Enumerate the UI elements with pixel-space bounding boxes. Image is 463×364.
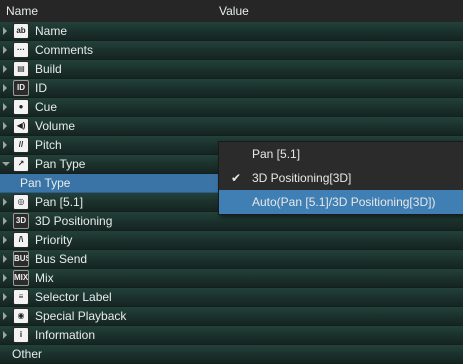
volume-icon: ◀)	[13, 118, 29, 134]
expand-arrow-icon[interactable]	[3, 217, 7, 225]
collapse-arrow-icon[interactable]	[2, 162, 10, 166]
dropdown-option[interactable]: Auto(Pan [5.1]/3D Positioning[3D])	[219, 190, 463, 214]
property-row-other[interactable]: Other	[0, 345, 463, 364]
build-icon: ▤	[13, 61, 29, 77]
property-label: Pan Type	[35, 157, 86, 171]
expand-arrow-icon[interactable]	[3, 27, 7, 35]
value-column-header[interactable]: Value	[219, 4, 249, 18]
property-label: Pitch	[35, 138, 62, 152]
property-label: ID	[35, 81, 47, 95]
property-row-cue[interactable]: ● Cue	[0, 98, 463, 117]
property-row-name[interactable]: ab Name	[0, 22, 463, 41]
dropdown-option-label: Auto(Pan [5.1]/3D Positioning[3D])	[252, 195, 436, 209]
property-row-priority[interactable]: /\ Priority	[0, 231, 463, 250]
checkmark-icon: ✔	[231, 171, 242, 185]
3d-positioning-icon: 3D	[13, 213, 29, 229]
comments-icon: ···	[13, 42, 29, 58]
expand-arrow-icon[interactable]	[3, 312, 7, 320]
property-label: 3D Positioning	[35, 214, 113, 228]
name-icon: ab	[13, 23, 29, 39]
bus-send-icon: BUS	[13, 251, 29, 267]
property-label: Other	[12, 347, 43, 361]
property-label: Comments	[35, 43, 94, 57]
property-label: Name	[35, 24, 68, 38]
dropdown-option-label: 3D Positioning[3D]	[252, 171, 352, 185]
expand-arrow-icon[interactable]	[3, 103, 7, 111]
expand-arrow-icon[interactable]	[3, 84, 7, 92]
dropdown-option[interactable]: ✔ 3D Positioning[3D]	[219, 166, 463, 190]
name-column-header[interactable]: Name	[6, 4, 38, 18]
expand-arrow-icon[interactable]	[3, 274, 7, 282]
property-label: Bus Send	[35, 252, 88, 266]
expand-arrow-icon[interactable]	[3, 141, 7, 149]
pitch-icon: //	[13, 137, 29, 153]
property-label: Volume	[35, 119, 76, 133]
property-row-mix[interactable]: MIX Mix	[0, 269, 463, 288]
mix-icon: MIX	[13, 270, 29, 286]
property-row-information[interactable]: i Information	[0, 326, 463, 345]
pan-icon: ◎	[13, 194, 29, 210]
priority-icon: /\	[13, 232, 29, 248]
property-row-special-playback[interactable]: ◉ Special Playback	[0, 307, 463, 326]
information-icon: i	[13, 327, 29, 343]
property-label: Priority	[35, 233, 73, 247]
property-label: Selector Label	[35, 290, 112, 304]
expand-arrow-icon[interactable]	[3, 293, 7, 301]
id-icon: ID	[13, 80, 29, 96]
expand-arrow-icon[interactable]	[3, 65, 7, 73]
expand-arrow-icon[interactable]	[3, 122, 7, 130]
cue-icon: ●	[13, 99, 29, 115]
property-row-build[interactable]: ▤ Build	[0, 60, 463, 79]
property-label: Build	[35, 62, 62, 76]
expand-arrow-icon[interactable]	[3, 255, 7, 263]
pan-type-icon: ↗	[13, 156, 29, 172]
expand-arrow-icon[interactable]	[3, 198, 7, 206]
property-row-comments[interactable]: ··· Comments	[0, 41, 463, 60]
property-row-selector-label[interactable]: ≡ Selector Label	[0, 288, 463, 307]
property-label: Mix	[35, 271, 54, 285]
dropdown-option[interactable]: Pan [5.1]	[219, 142, 463, 166]
expand-arrow-icon[interactable]	[3, 236, 7, 244]
property-label: Pan [5.1]	[35, 195, 84, 209]
property-row-bus-send[interactable]: BUS Bus Send	[0, 250, 463, 269]
property-label: Cue	[35, 100, 58, 114]
property-label: Pan Type	[20, 176, 71, 190]
property-row-volume[interactable]: ◀) Volume	[0, 117, 463, 136]
dropdown-option-label: Pan [5.1]	[252, 147, 301, 161]
expand-arrow-icon[interactable]	[3, 46, 7, 54]
property-row-id[interactable]: ID ID	[0, 79, 463, 98]
property-label: Special Playback	[35, 309, 127, 323]
property-grid-header: Name Value	[0, 0, 463, 23]
pan-type-dropdown-menu: Pan [5.1] ✔ 3D Positioning[3D] Auto(Pan [5.…	[218, 141, 463, 215]
special-playback-icon: ◉	[13, 308, 29, 324]
expand-arrow-icon[interactable]	[3, 331, 7, 339]
selector-label-icon: ≡	[13, 289, 29, 305]
property-label: Information	[35, 328, 96, 342]
